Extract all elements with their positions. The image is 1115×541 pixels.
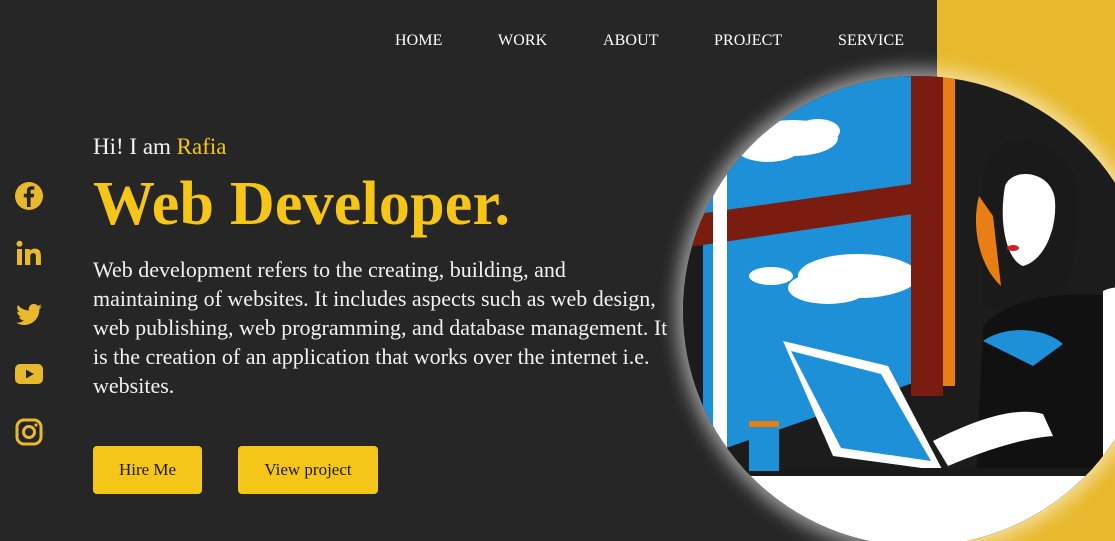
youtube-icon[interactable] — [13, 358, 45, 390]
nav-work[interactable]: WORK — [498, 32, 547, 50]
twitter-icon[interactable] — [13, 298, 45, 330]
nav-about[interactable]: ABOUT — [603, 32, 659, 50]
woman-at-laptop-illustration — [683, 76, 1115, 541]
page: HOME WORK ABOUT PROJECT SERVICE Hi! I am… — [0, 0, 1115, 541]
greeting-prefix: Hi! I am — [93, 134, 171, 159]
nav-home[interactable]: HOME — [395, 32, 443, 50]
name-highlight: Rafia — [176, 134, 227, 159]
hero-illustration — [683, 76, 1115, 541]
nav-project[interactable]: PROJECT — [714, 32, 782, 50]
greeting: Hi! I am Rafia — [93, 134, 226, 160]
nav-service[interactable]: SERVICE — [838, 32, 904, 50]
linkedin-icon[interactable] — [13, 238, 45, 270]
hero-description: Web development refers to the creating, … — [93, 257, 668, 398]
main-nav: HOME WORK ABOUT PROJECT SERVICE — [0, 32, 937, 52]
facebook-icon[interactable] — [13, 180, 45, 212]
view-project-button[interactable]: View project — [238, 446, 378, 494]
instagram-icon[interactable] — [13, 416, 45, 448]
page-title: Web Developer. — [93, 170, 511, 238]
hire-me-button[interactable]: Hire Me — [93, 446, 202, 494]
